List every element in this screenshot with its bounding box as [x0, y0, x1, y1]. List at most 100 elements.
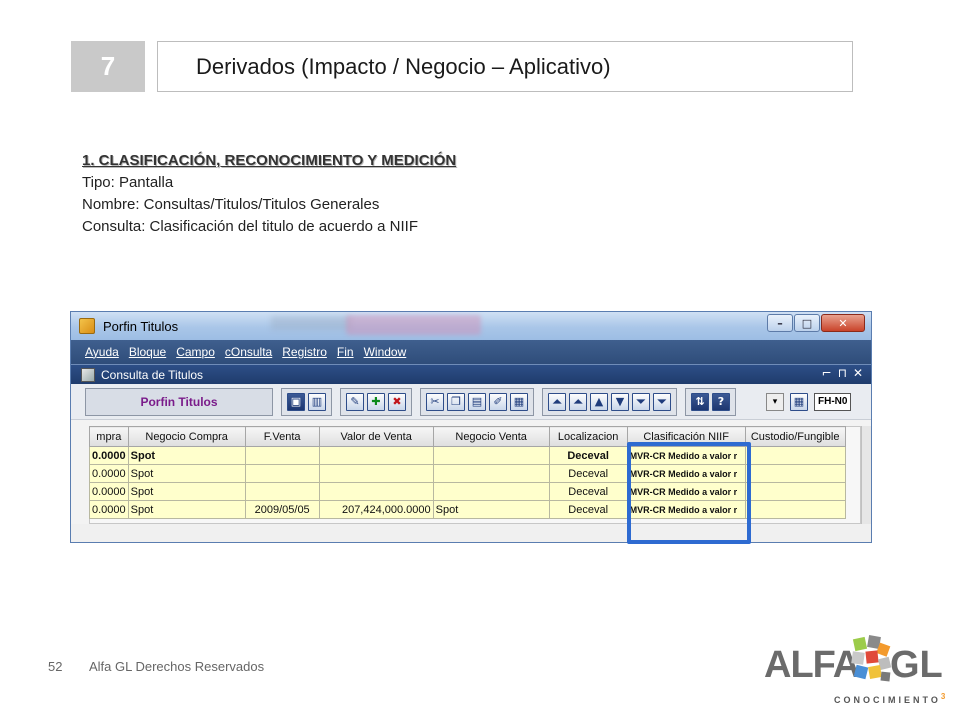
slide: 7 Derivados (Impacto / Negocio – Aplicat… — [0, 0, 960, 720]
add-icon[interactable]: ✚ — [367, 392, 385, 411]
form-icon — [81, 367, 95, 382]
col-header-localizacion[interactable]: Localizacion — [548, 426, 628, 447]
prev-record-icon[interactable]: ▲ — [590, 392, 608, 411]
last-record-icon[interactable]: ⏷ — [653, 392, 671, 411]
edit-field-icon[interactable]: ✐ — [489, 392, 507, 411]
cell-negocio-compra[interactable]: Spot — [127, 464, 246, 483]
toolbar-group-file: ▣ ▥ — [281, 387, 332, 416]
dropdown-icon[interactable]: ▾ — [766, 392, 784, 411]
first-record-icon[interactable]: ⏶ — [548, 392, 566, 411]
cell-valor-venta[interactable] — [318, 446, 434, 465]
table-row[interactable]: 0.0000 Spot 2009/05/05 207,424,000.0000 … — [89, 500, 846, 519]
slide-title-box: Derivados (Impacto / Negocio – Aplicativ… — [157, 41, 853, 92]
menu-item-bloque[interactable]: Bloque — [129, 345, 166, 359]
window-title: Porfin Titulos — [103, 318, 179, 334]
cell-localizacion[interactable]: Deceval — [548, 446, 628, 465]
cell-negocio-venta[interactable] — [432, 482, 550, 501]
cell-custodio[interactable] — [744, 446, 846, 465]
cell-clasificacion-niif[interactable]: MVR-CR Medido a valor r — [626, 482, 746, 501]
logo-subtitle: CONOCIMIENTO3 — [834, 692, 945, 705]
table-row[interactable]: 0.0000 Spot Deceval MVR-CR Medido a valo… — [89, 446, 846, 465]
cell-negocio-venta[interactable]: Spot — [432, 500, 550, 519]
prev-block-icon[interactable]: ⏶ — [569, 392, 587, 411]
print-icon[interactable]: ▦ — [510, 392, 528, 411]
minimize-icon[interactable]: ⌐ — [822, 366, 832, 380]
menu-item-consulta[interactable]: cOnsulta — [225, 345, 272, 359]
page-number: 52 — [48, 659, 63, 674]
col-header-custodio[interactable]: Custodio/Fungible — [744, 426, 846, 447]
next-record-icon[interactable]: ▼ — [611, 392, 629, 411]
save-icon[interactable]: ▣ — [287, 392, 305, 411]
titles-grid: mpra Negocio Compra F.Venta Valor de Ven… — [89, 426, 846, 519]
calculator-icon[interactable]: ▦ — [790, 392, 808, 411]
book-icon[interactable]: ▥ — [308, 392, 326, 411]
cell-custodio[interactable] — [744, 464, 846, 483]
cell-fecha-venta[interactable] — [244, 446, 320, 465]
col-header-fecha-venta[interactable]: F.Venta — [244, 426, 320, 447]
cell-fecha-venta[interactable]: 2009/05/05 — [244, 500, 320, 519]
cell-custodio[interactable] — [744, 500, 846, 519]
col-header-negocio-venta[interactable]: Negocio Venta — [432, 426, 550, 447]
maximize-icon[interactable]: □ — [794, 314, 820, 332]
logo-superscript: 3 — [940, 692, 946, 701]
toolbar-right: ▾ ▦ FH-N0 — [766, 392, 852, 411]
cell-custodio[interactable] — [744, 482, 846, 501]
cell-compra[interactable]: 0.0000 — [89, 464, 129, 483]
cell-valor-venta[interactable] — [318, 482, 434, 501]
cut-icon[interactable]: ✂ — [426, 392, 444, 411]
slide-title: Derivados (Impacto / Negocio – Aplicativ… — [196, 53, 611, 79]
menu-item-fin[interactable]: Fin — [337, 345, 354, 359]
menu-item-ayuda[interactable]: Ayuda — [85, 345, 119, 359]
window-titlebar[interactable]: Porfin Titulos – □ ✕ — [71, 312, 871, 340]
paste-icon[interactable]: ▤ — [468, 392, 486, 411]
cell-fecha-venta[interactable] — [244, 482, 320, 501]
cell-localizacion[interactable]: Deceval — [548, 464, 628, 483]
minimize-icon[interactable]: – — [767, 314, 793, 332]
inner-window-titlebar[interactable]: Consulta de Titulos ⌐ ⊓ ✕ — [71, 364, 871, 384]
col-header-clasificacion-niif[interactable]: Clasificación NIIF — [626, 426, 746, 447]
cell-localizacion[interactable]: Deceval — [548, 500, 628, 519]
delete-icon[interactable]: ✖ — [388, 392, 406, 411]
niif-desc: Medido a valor r — [668, 486, 738, 497]
cube-logo-icon — [851, 635, 892, 682]
col-header-compra[interactable]: mpra — [89, 426, 129, 447]
blurred-region — [346, 315, 481, 335]
vertical-scrollbar[interactable] — [861, 426, 871, 524]
edit-icon[interactable]: ✎ — [346, 392, 364, 411]
sort-icon[interactable]: ⇅ — [691, 392, 709, 411]
cell-negocio-venta[interactable] — [432, 464, 550, 483]
next-block-icon[interactable]: ⏷ — [632, 392, 650, 411]
menu-item-window[interactable]: Window — [364, 345, 407, 359]
close-icon[interactable]: ✕ — [821, 314, 865, 332]
table-row[interactable]: 0.0000 Spot Deceval MVR-CR Medido a valo… — [89, 464, 846, 483]
close-icon[interactable]: ✕ — [853, 366, 863, 380]
cell-valor-venta[interactable]: 207,424,000.0000 — [318, 500, 434, 519]
cell-clasificacion-niif[interactable]: MVR-CR Medido a valor r — [626, 500, 746, 519]
section-heading: 1. CLASIFICACIÓN, RECONOCIMIENTO Y MEDIC… — [82, 152, 457, 169]
cell-compra[interactable]: 0.0000 — [89, 446, 129, 465]
cell-negocio-venta[interactable] — [432, 446, 550, 465]
menu-item-campo[interactable]: Campo — [176, 345, 215, 359]
cell-valor-venta[interactable] — [318, 464, 434, 483]
help-icon[interactable]: ? — [712, 392, 730, 411]
menu-item-registro[interactable]: Registro — [282, 345, 327, 359]
col-header-negocio-compra[interactable]: Negocio Compra — [127, 426, 246, 447]
cell-clasificacion-niif[interactable]: MVR-CR Medido a valor r — [626, 446, 746, 465]
inner-window-controls: ⌐ ⊓ ✕ — [822, 366, 864, 380]
cell-clasificacion-niif[interactable]: MVR-CR Medido a valor r — [626, 464, 746, 483]
brand-panel: Porfin Titulos — [85, 387, 273, 416]
cell-localizacion[interactable]: Deceval — [548, 482, 628, 501]
cell-compra[interactable]: 0.0000 — [89, 500, 129, 519]
table-row[interactable]: 0.0000 Spot Deceval MVR-CR Medido a valo… — [89, 482, 846, 501]
cell-negocio-compra[interactable]: Spot — [127, 482, 246, 501]
logo-text-left: ALFA — [764, 644, 860, 686]
copy-icon[interactable]: ❐ — [447, 392, 465, 411]
cell-compra[interactable]: 0.0000 — [89, 482, 129, 501]
app-icon — [79, 318, 95, 334]
toolbar: Porfin Titulos ▣ ▥ ✎ ✚ ✖ ✂ ❐ ▤ ✐ ▦ ⏶ ⏶ ▲ — [71, 384, 871, 420]
restore-icon[interactable]: ⊓ — [838, 366, 847, 380]
col-header-valor-venta[interactable]: Valor de Venta — [318, 426, 434, 447]
cell-negocio-compra[interactable]: Spot — [127, 500, 246, 519]
cell-fecha-venta[interactable] — [244, 464, 320, 483]
cell-negocio-compra[interactable]: Spot — [127, 446, 246, 465]
